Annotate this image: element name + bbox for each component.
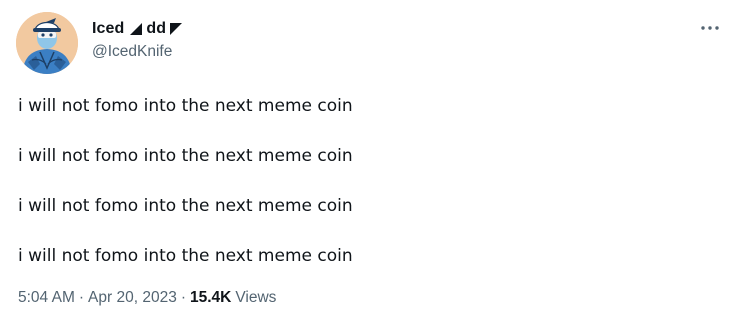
triangle-icon — [130, 23, 143, 35]
user-handle[interactable]: @IcedKnife — [92, 43, 182, 61]
more-options-button[interactable] — [698, 18, 722, 38]
views-count[interactable]: 15.4K — [190, 289, 231, 307]
triangle-icon — [170, 23, 183, 35]
meta-separator: · — [180, 289, 186, 306]
tweet-date[interactable]: Apr 20, 2023 — [88, 289, 177, 307]
tweet-header: Iced dd @IcedKnife — [92, 18, 183, 61]
tweet-line: i will not fomo into the next meme coin — [18, 96, 353, 116]
tweet-time[interactable]: 5:04 AM — [18, 289, 75, 307]
more-dots-icon — [701, 26, 719, 30]
meta-separator: · — [78, 289, 85, 306]
display-name[interactable]: Iced — [92, 20, 124, 38]
tweet-metadata: 5:04 AM · Apr 20, 2023 · 15.4K Views — [18, 289, 276, 307]
tweet-line: i will not fomo into the next meme coin — [18, 196, 353, 216]
avatar[interactable] — [16, 12, 78, 74]
name-row: Iced dd — [92, 18, 183, 40]
tweet-line: i will not fomo into the next meme coin — [18, 146, 353, 166]
avatar-image — [16, 12, 78, 74]
views-label: Views — [235, 289, 277, 306]
tweet-line: i will not fomo into the next meme coin — [18, 246, 353, 266]
name-emoji-group: dd — [130, 20, 183, 38]
display-name-suffix[interactable]: dd — [146, 20, 166, 38]
tweet-card: Iced dd @IcedKnife i will not fomo into … — [0, 0, 742, 332]
tweet-text: i will not fomo into the next meme coin … — [18, 94, 718, 294]
